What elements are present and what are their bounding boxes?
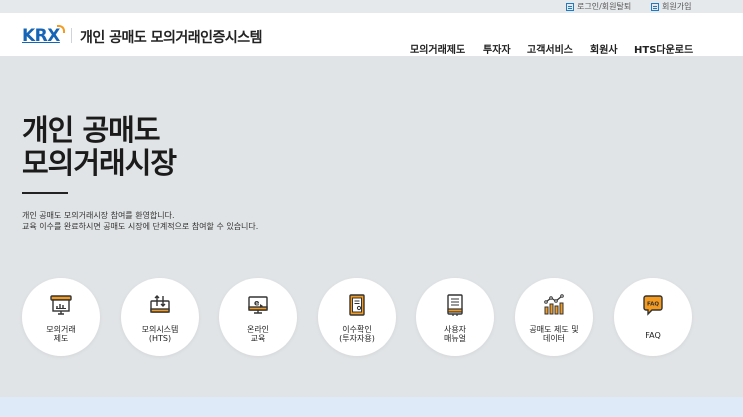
menu-label: 모의시스템 (HTS): [121, 325, 199, 343]
certificate-icon: [349, 294, 365, 316]
svg-text:e: e: [254, 299, 260, 308]
menu-mock-trading-system[interactable]: 모의거래 제도: [22, 278, 100, 356]
menu-label: 사용자 매뉴얼: [416, 325, 494, 343]
menu-faq[interactable]: FAQ FAQ: [614, 278, 692, 356]
menu-label: FAQ: [614, 331, 692, 340]
join-link[interactable]: 회원가입: [651, 1, 691, 12]
data-chart-icon: [544, 294, 564, 315]
trading-system-icon: [150, 295, 170, 313]
menu-label-line2: 교육: [250, 334, 266, 343]
menu-label-line2: (투자자용): [339, 334, 375, 343]
menu-label-line1: FAQ: [645, 331, 661, 340]
menu-label: 모의거래 제도: [22, 325, 100, 343]
login-link[interactable]: 로그인/회원탈퇴: [566, 1, 631, 12]
menu-online-education[interactable]: e 온라인 교육: [219, 278, 297, 356]
menu-label: 공매도 제도 및 데이터: [515, 325, 593, 343]
menu-user-manual[interactable]: 사용자 매뉴얼: [416, 278, 494, 356]
header: KRX 개인 공매도 모의거래인증시스템 모의거래제도 투자자 고객서비스 회원…: [0, 13, 743, 56]
menu-label-line2: 매뉴얼: [443, 334, 467, 343]
menu-label: 이수확인 (투자자용): [318, 325, 396, 343]
svg-text:FAQ: FAQ: [647, 302, 659, 308]
hero-divider: [22, 192, 68, 194]
menu-label-line1: 공매도 제도 및: [529, 325, 579, 334]
menu-label-line1: 모의시스템: [141, 325, 179, 334]
hero-title-line2: 모의거래시장: [22, 146, 177, 180]
menu-label-line1: 사용자: [443, 325, 467, 334]
nav-customer-service[interactable]: 고객서비스: [527, 41, 573, 56]
utility-bar: 로그인/회원탈퇴 회원가입: [0, 0, 743, 12]
menu-label-line1: 이수확인: [342, 325, 372, 334]
logo-divider: [71, 28, 72, 43]
presentation-chart-icon: [50, 295, 72, 315]
menu-label-line1: 온라인: [246, 325, 270, 334]
hero-description: 개인 공매도 모의거래시장 참여를 환영합니다. 교육 이수를 완료하시면 공매…: [22, 210, 258, 232]
logo-swoosh-icon: [57, 25, 65, 33]
login-label: 로그인/회원탈퇴: [577, 2, 632, 11]
nav-member-firm[interactable]: 회원사: [590, 41, 618, 56]
krx-logo[interactable]: KRX: [22, 26, 60, 46]
hero-section: 개인 공매도 모의거래시장 개인 공매도 모의거래시장 참여를 환영합니다. 교…: [0, 56, 743, 397]
menu-label-line2: (HTS): [148, 334, 172, 343]
faq-bubble-icon: FAQ: [643, 295, 663, 316]
menu-label-line2: 데이터: [542, 334, 566, 343]
menu-mock-hts[interactable]: 모의시스템 (HTS): [121, 278, 199, 356]
site-title[interactable]: 개인 공매도 모의거래인증시스템: [80, 27, 263, 47]
hero-desc-line1: 개인 공매도 모의거래시장 참여를 환영합니다.: [22, 211, 175, 220]
nav-investor[interactable]: 투자자: [483, 41, 511, 56]
hero-desc-line2: 교육 이수를 완료하시면 공매도 시장에 단계적으로 참여할 수 있습니다.: [22, 222, 259, 231]
join-label: 회원가입: [662, 2, 692, 11]
hero-title: 개인 공매도 모의거래시장: [22, 113, 177, 180]
menu-label-line2: 제도: [53, 334, 69, 343]
login-icon: [566, 2, 574, 11]
online-education-icon: e: [248, 296, 268, 314]
menu-label: 온라인 교육: [219, 325, 297, 343]
hero-title-line1: 개인 공매도: [22, 113, 160, 147]
nav-mock-trading-system[interactable]: 모의거래제도: [410, 41, 465, 56]
join-icon: [651, 2, 659, 11]
menu-completion-check[interactable]: 이수확인 (투자자용): [318, 278, 396, 356]
nav-hts-download[interactable]: HTS다운로드: [634, 41, 693, 56]
menu-label-line1: 모의거래: [46, 325, 76, 334]
quick-menu: 모의거래 제도 모의시스템 (HTS) e 온라인 교육 이수확인 (투자자용)…: [0, 278, 743, 358]
manual-book-icon: [447, 294, 463, 316]
menu-short-selling-data[interactable]: 공매도 제도 및 데이터: [515, 278, 593, 356]
bottom-band: [0, 397, 743, 417]
